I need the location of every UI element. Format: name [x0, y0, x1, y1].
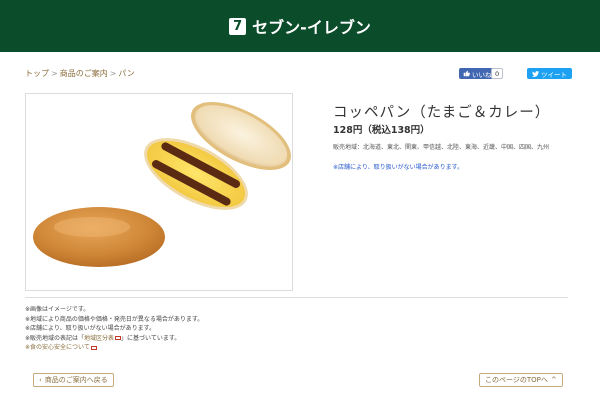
divider — [25, 297, 568, 298]
breadcrumb-separator: > — [51, 69, 58, 78]
brand-logo[interactable]: 7 セブン-イレブン — [229, 14, 371, 38]
breadcrumb-products[interactable]: 商品のご案内 — [60, 69, 108, 78]
external-link-icon — [90, 345, 97, 350]
note-line: ※販売地域の表記は「地域区分表 」に基づいています。 — [25, 334, 203, 344]
site-header: 7 セブン-イレブン — [0, 0, 600, 52]
note-line: ※画像はイメージです。 — [25, 306, 90, 313]
bird-icon — [532, 70, 539, 77]
notes: ※画像はイメージです。 ※地域により商品の価格や価格・発売日が異なる場合がありま… — [25, 305, 203, 353]
thumbs-up-icon — [463, 70, 470, 77]
like-count: 0 — [491, 68, 504, 79]
food-safety-link[interactable]: ※食の安心安全について — [25, 344, 90, 351]
area-prefix: ※販売地域の表記は「 — [25, 334, 85, 342]
region-note: ※店舗により、取り扱いがない場合があります。 — [333, 164, 464, 171]
brand-name: セブン-イレブン — [252, 18, 371, 37]
seven-logo-icon: 7 — [229, 17, 247, 35]
breadcrumb-separator: > — [109, 69, 117, 78]
tweet-button[interactable]: ツイート — [527, 68, 572, 79]
product-image — [25, 93, 293, 291]
note-line: ※食の安心安全について — [25, 343, 203, 353]
page-top-button[interactable]: このページのTOPへ ^ — [479, 373, 563, 387]
breadcrumb-top[interactable]: トップ — [25, 69, 49, 78]
product-price: 128円（税込138円） — [333, 125, 430, 136]
breadcrumb-current: パン — [118, 69, 135, 78]
sales-region: 販売地域：北海道、東北、関東、甲信越、北陸、東海、近畿、中国、四国、九州 — [333, 144, 550, 151]
tweet-label: ツイート — [541, 70, 567, 79]
back-label: 商品のご案内へ戻る — [44, 376, 108, 384]
breadcrumb: トップ > 商品のご案内 > パン — [25, 68, 135, 79]
whole-bun — [33, 207, 165, 267]
chevron-left-icon: ‹ — [39, 376, 42, 384]
top-label: このページのTOPへ — [485, 376, 548, 384]
area-suffix: 」に基づいています。 — [121, 334, 181, 342]
product-title: コッペパン（たまご＆カレー） — [333, 105, 551, 121]
note-line: ※店舗により、取り扱いがない場合があります。 — [25, 325, 156, 333]
area-table-link[interactable]: 地域区分表 — [84, 335, 114, 342]
note-line: ※地域により商品の価格や価格・発売日が異なる場合があります。 — [25, 315, 204, 323]
chevron-up-icon: ^ — [550, 376, 557, 384]
back-to-products-button[interactable]: ‹ 商品のご案内へ戻る — [33, 373, 114, 387]
